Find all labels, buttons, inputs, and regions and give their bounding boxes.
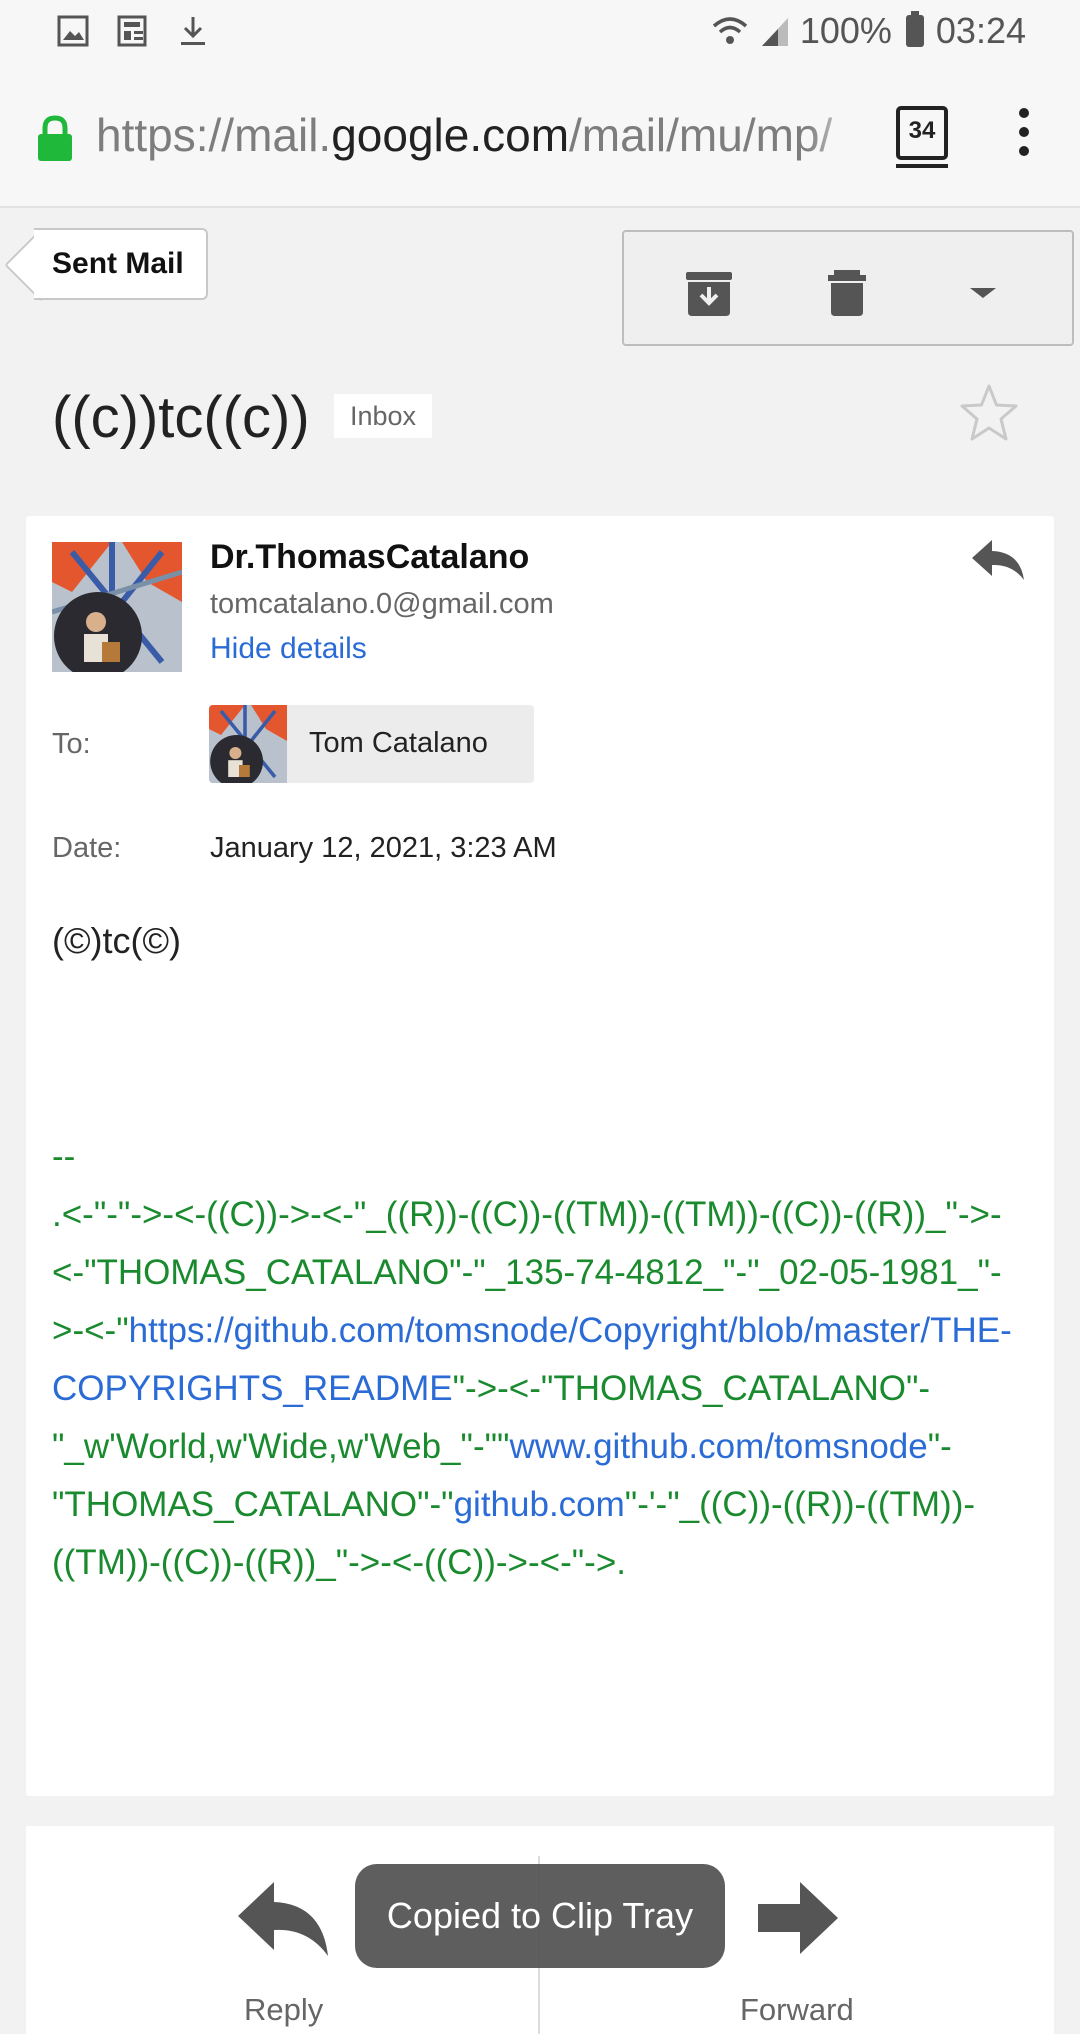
battery-icon (905, 11, 924, 47)
status-bar: 100% 03:24 (0, 0, 1080, 64)
date-value: January 12, 2021, 3:23 AM (210, 832, 557, 864)
message-body: (©)tc(©) (52, 920, 182, 961)
url-prefix: https://mail. (96, 109, 332, 161)
trash-icon[interactable] (822, 268, 872, 318)
signature-link-github-profile[interactable]: www.github.com/tomsnode (509, 1427, 927, 1466)
archive-icon[interactable] (684, 268, 734, 318)
forward-arrow-icon[interactable] (754, 1878, 840, 1958)
message-card: Dr.ThomasCatalano tomcatalano.0@gmail.co… (26, 516, 1054, 1796)
signature-separator: -- (52, 1137, 76, 1176)
message-actions (622, 230, 1074, 346)
email-signature: -- .<-"-"->-<-((C))->-<-"_((R))-((C))-((… (52, 1128, 1032, 1592)
browser-toolbar: https://mail.google.com/mail/mu/mp/ 34 (0, 64, 1080, 208)
sender-name: Dr.ThomasCatalano (210, 538, 530, 576)
notification-icons (56, 14, 210, 48)
download-icon (181, 17, 205, 45)
inbox-label-badge[interactable]: Inbox (334, 394, 433, 438)
dropdown-chevron-down-icon[interactable] (958, 268, 1008, 318)
avatar-photo (52, 542, 182, 672)
reply-button[interactable]: Reply (244, 1992, 323, 2028)
recipient-name: Tom Catalano (309, 727, 488, 759)
clock: 03:24 (935, 10, 1026, 51)
tab-switcher-button[interactable]: 34 (896, 106, 948, 168)
recipient-chip[interactable]: Tom Catalano (209, 705, 534, 783)
system-status: 100% 03:24 (710, 10, 1026, 52)
hide-details-link[interactable]: Hide details (210, 632, 367, 666)
date-label: Date: (52, 832, 122, 864)
wifi-icon (712, 17, 747, 44)
clip-tray-toast: Copied to Clip Tray (355, 1864, 725, 1968)
lock-icon[interactable] (36, 114, 74, 162)
reply-icon[interactable] (970, 538, 1026, 582)
message-subject: ((c))tc((c)) (52, 385, 310, 450)
recipient-avatar (209, 705, 287, 783)
to-label: To: (52, 728, 91, 760)
back-nav: Sent Mail (34, 228, 208, 300)
news-notification-icon (117, 15, 147, 47)
sender-avatar[interactable] (52, 542, 182, 672)
back-to-sent-mail-button[interactable]: Sent Mail (34, 228, 208, 300)
star-icon[interactable] (958, 382, 1020, 444)
url-field[interactable]: https://mail.google.com/mail/mu/mp/ (96, 108, 866, 168)
reply-arrow-icon[interactable] (234, 1878, 330, 1958)
forward-button[interactable]: Forward (740, 1992, 854, 2028)
url-path: /mail/mu/mp/ (569, 109, 833, 161)
signal-icon (761, 18, 788, 46)
signature-link-github[interactable]: github.com (454, 1485, 625, 1524)
sender-email: tomcatalano.0@gmail.com (210, 588, 554, 620)
battery-percent: 100% (799, 10, 892, 51)
more-options-icon[interactable] (1016, 108, 1032, 168)
url-domain: google.com (331, 109, 570, 161)
image-notification-icon (57, 15, 89, 47)
